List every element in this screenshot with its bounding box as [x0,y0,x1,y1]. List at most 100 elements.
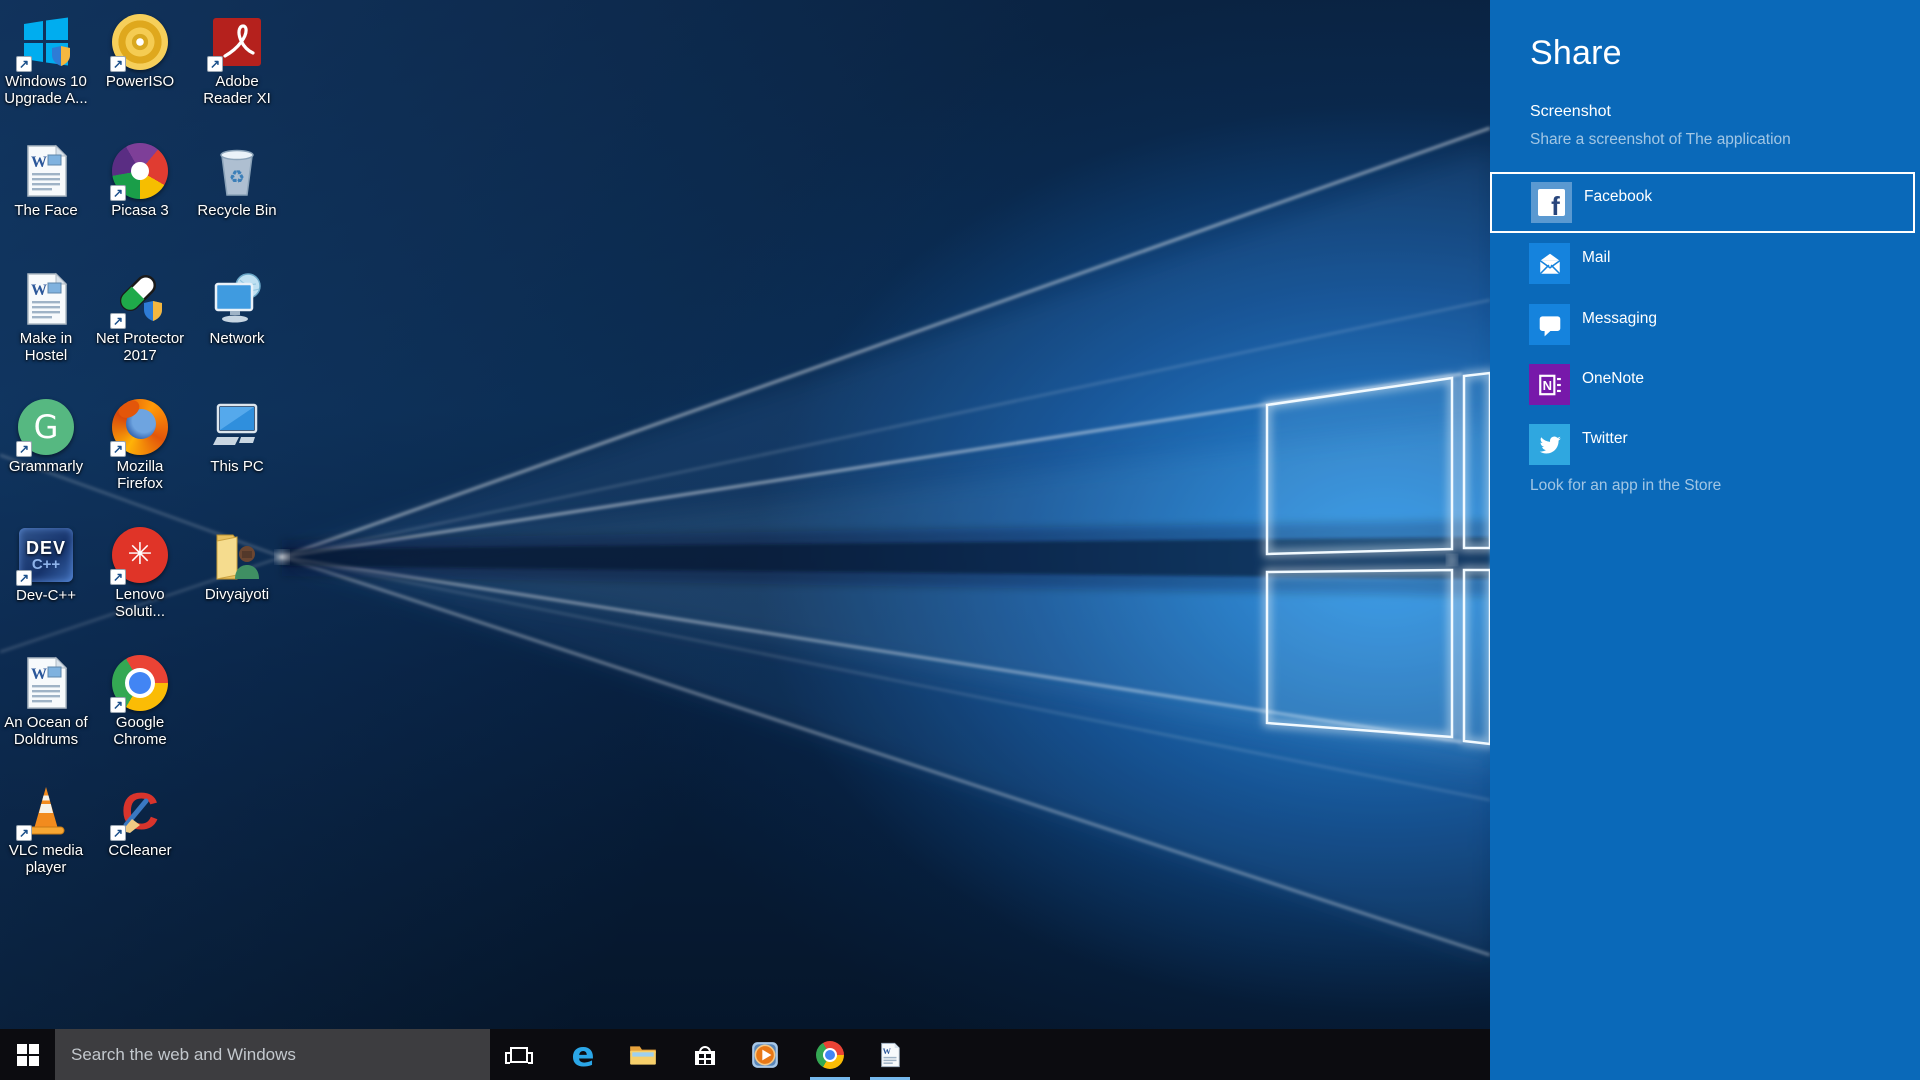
share-panel: Share Screenshot Share a screenshot of T… [1490,0,1920,1080]
share-item-title: Screenshot [1530,103,1611,120]
desktop-icon-divyajyoti[interactable]: Divyajyoti [189,527,285,603]
taskbar-app-chrome[interactable] [808,1029,852,1080]
media-player-icon [750,1040,780,1070]
adobe-reader-icon: ↗ [207,14,265,72]
desktop-icon-network[interactable]: Network [189,271,285,347]
taskbar-app-store[interactable] [683,1029,727,1080]
desktop-icon-label: Mozilla Firefox [116,458,164,492]
desktop-icon-label: Grammarly [8,458,84,475]
desktop-icon-label: Lenovo Soluti... [114,586,166,620]
desktop-icon-vlc-media-player[interactable]: ↗ VLC media player [0,783,94,876]
vlc-icon: ↗ [16,783,74,841]
desktop-icon-the-face[interactable]: W The Face [0,143,94,219]
windows-logo-icon [16,1043,39,1066]
firefox-icon: ↗ [110,399,168,457]
desktop-icon-this-pc[interactable]: This PC [189,399,285,475]
desktop-icon-label: This PC [210,458,264,475]
desktop-icon-label: Recycle Bin [197,202,277,219]
shortcut-arrow-overlay: ↗ [207,56,223,72]
desktop-icon-google-chrome[interactable]: ↗ Google Chrome [92,655,188,748]
search-input[interactable] [55,1029,490,1080]
store-icon [690,1040,720,1070]
desktop-icon-mozilla-firefox[interactable]: ↗ Mozilla Firefox [92,399,188,492]
desktop-icon-label: Network [209,330,265,347]
picasa-icon: ↗ [110,143,168,201]
shortcut-arrow-overlay: ↗ [110,441,126,457]
shortcut-arrow-overlay: ↗ [110,697,126,713]
desktop-icon-make-in-hostel[interactable]: W Make in Hostel [0,271,94,364]
share-target-mail[interactable]: Mail [1490,233,1920,294]
this-pc-icon [209,399,265,455]
messaging-icon [1529,304,1570,345]
desktop-icon-label: PowerISO [105,73,175,90]
share-target-label: Twitter [1582,430,1628,447]
svg-text:N: N [1542,377,1551,392]
ccleaner-icon: C↗ [110,783,168,841]
shortcut-arrow-overlay: ↗ [16,441,32,457]
shortcut-arrow-overlay: ↗ [110,56,126,72]
desktop-icon-label: Net Protector 2017 [95,330,185,364]
desktop-icon-picasa-3[interactable]: ↗ Picasa 3 [92,143,188,219]
share-target-messaging[interactable]: Messaging [1490,294,1920,355]
shortcut-arrow-overlay: ↗ [110,185,126,201]
task-view-button[interactable] [497,1029,541,1080]
word-document-icon: W [18,143,74,199]
start-button[interactable] [0,1029,55,1080]
network-icon [209,271,265,327]
desktop-icon-label: An Ocean of Doldrums [4,714,88,748]
chrome-small-icon [815,1040,845,1070]
store-link[interactable]: Look for an app in the Store [1530,477,1721,495]
svg-text:♻: ♻ [229,167,245,187]
shortcut-arrow-overlay: ↗ [110,825,126,841]
desktop-icon-ccleaner[interactable]: C↗CCleaner [92,783,188,859]
share-panel-title: Share [1530,34,1622,72]
share-target-onenote[interactable]: N OneNote [1490,354,1920,415]
taskbar-app-media-player[interactable] [743,1029,787,1080]
chrome-icon: ↗ [110,655,168,713]
desktop-icon-windows-10-upgrade[interactable]: ↗ Windows 10 Upgrade A... [0,14,94,107]
windows-desktop-screen: ↗ Windows 10 Upgrade A... ↗ PowerISO ↗ Adobe Re… [0,0,1920,1080]
desktop-icon-label: Make in Hostel [19,330,73,364]
taskbar-app-file-explorer[interactable] [621,1029,665,1080]
word-small-icon: W [875,1040,905,1070]
shortcut-arrow-overlay: ↗ [110,569,126,585]
share-target-twitter[interactable]: Twitter [1490,414,1920,475]
desktop-icon-net-protector-2017[interactable]: ↗ Net Protector 2017 [92,271,188,364]
shortcut-arrow-overlay: ↗ [16,825,32,841]
shortcut-arrow-overlay: ↗ [16,56,32,72]
taskbar-app-word[interactable]: W [868,1029,912,1080]
desktop-icon-dev-cpp[interactable]: DEV C++ ↗ Dev-C++ [0,527,94,604]
lenovo-icon: ✳ ↗ [110,527,168,585]
taskbar-app-edge[interactable]: e [561,1029,605,1080]
share-target-label: Facebook [1584,188,1653,205]
desktop-icon-label: Adobe Reader XI [203,73,271,107]
shortcut-arrow-overlay: ↗ [110,313,126,329]
desktop-icon-recycle-bin[interactable]: ♻ Recycle Bin [189,143,285,219]
desktop-icon-label: The Face [14,202,78,219]
svg-text:W: W [31,282,47,299]
twitter-icon [1529,424,1570,465]
mail-icon [1529,243,1570,284]
user-folder-icon [209,527,265,583]
poweriso-icon: ↗ [110,14,168,72]
desktop-icon-poweriso[interactable]: ↗ PowerISO [92,14,188,90]
desktop-icon-label: Divyajyoti [204,586,270,603]
grammarly-icon: G ↗ [16,399,74,457]
svg-text:W: W [31,154,47,171]
edge-icon: e [571,1034,595,1075]
file-explorer-icon [628,1040,658,1070]
svg-text:W: W [883,1047,892,1056]
onenote-icon: N [1529,364,1570,405]
desktop-icon-label: Dev-C++ [15,587,77,604]
desktop-icon-label: Google Chrome [113,714,167,748]
desktop-icon-an-ocean-of-doldrums[interactable]: W An Ocean of Doldrums [0,655,94,748]
share-target-facebook[interactable]: f Facebook [1490,172,1915,233]
desktop-icon-label: VLC media player [8,842,84,876]
desktop-icon-adobe-reader-xi[interactable]: ↗ Adobe Reader XI [189,14,285,107]
desktop-icon-lenovo-solutions[interactable]: ✳ ↗ Lenovo Soluti... [92,527,188,620]
share-item-description: Share a screenshot of The application [1530,131,1791,148]
desktop-icon-label: Picasa 3 [111,202,169,219]
svg-text:W: W [31,666,47,683]
desktop-icon-grammarly[interactable]: G ↗ Grammarly [0,399,94,475]
recycle-bin-icon: ♻ [209,143,265,199]
